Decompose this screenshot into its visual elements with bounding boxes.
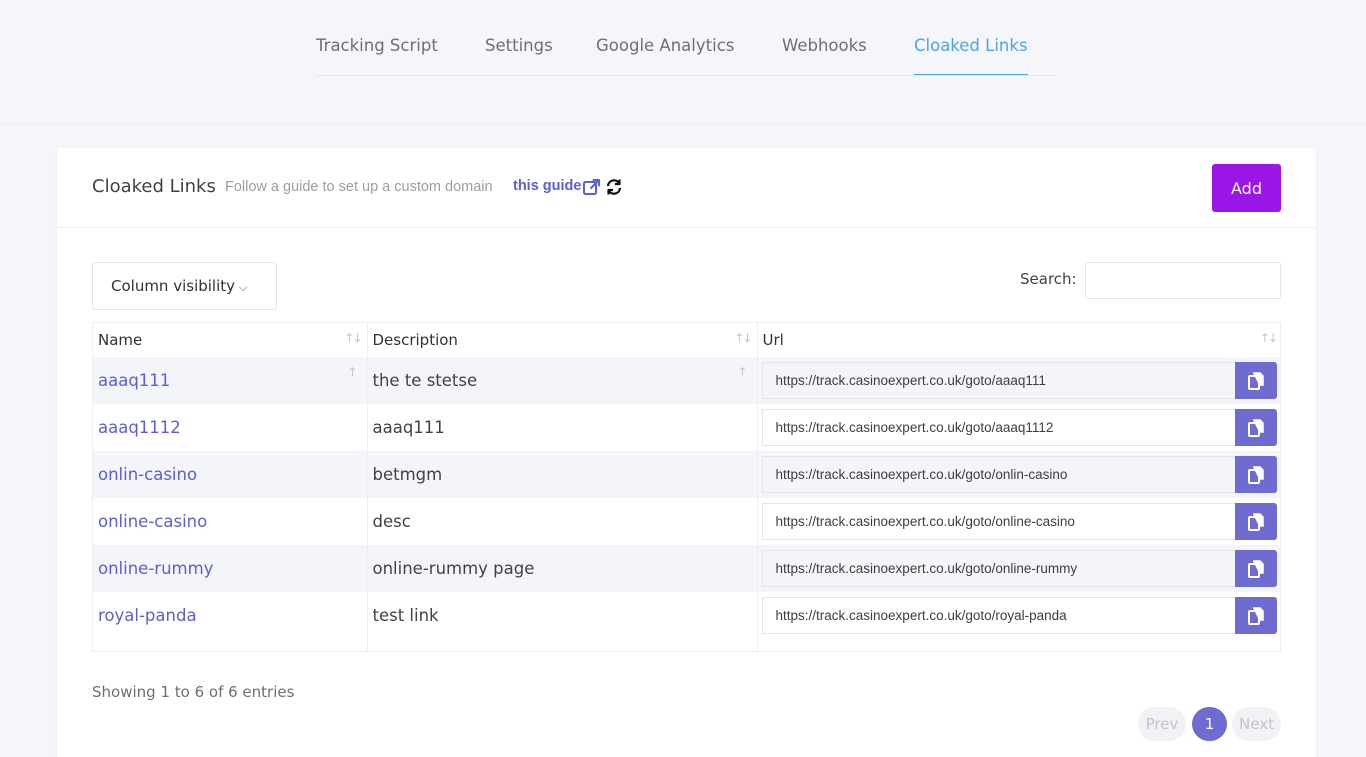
url-field[interactable] <box>761 503 1235 540</box>
table-row: aaaq1112 aaaq111 <box>93 404 1280 451</box>
link-name[interactable]: aaaq111 <box>98 371 170 390</box>
refresh-icon[interactable] <box>604 177 624 197</box>
table-footer-row <box>93 639 1280 651</box>
url-field-group <box>761 456 1277 493</box>
search-label: Search: <box>1020 270 1077 288</box>
pagination-page-1[interactable]: 1 <box>1192 707 1227 741</box>
tab-webhooks[interactable]: Webhooks <box>782 34 867 58</box>
card-title: Cloaked Links <box>92 176 216 197</box>
url-field-group <box>761 503 1277 540</box>
copy-icon <box>1247 512 1264 531</box>
url-field-group <box>761 409 1277 446</box>
link-description: aaaq111 <box>372 418 445 437</box>
copy-url-button[interactable] <box>1234 456 1277 493</box>
column-header-label: Description <box>372 331 458 349</box>
copy-icon <box>1247 418 1264 437</box>
settings-tabs: Tracking Script Settings Google Analytic… <box>316 0 1056 76</box>
sort-icon: ↑↓ <box>1259 331 1278 345</box>
sort-indicator-icon: ↑ <box>737 365 748 379</box>
column-header-label: Name <box>98 331 143 349</box>
url-field[interactable] <box>761 550 1235 587</box>
copy-url-button[interactable] <box>1234 597 1277 634</box>
link-name[interactable]: online-casino <box>98 512 207 531</box>
link-description: betmgm <box>372 465 443 484</box>
url-field[interactable] <box>761 409 1235 446</box>
column-header-label: Url <box>762 331 784 349</box>
copy-url-button[interactable] <box>1234 503 1277 540</box>
external-link-icon[interactable] <box>582 177 602 197</box>
copy-url-button[interactable] <box>1234 362 1277 399</box>
pagination-prev[interactable]: Prev <box>1138 707 1186 741</box>
chevron-down-icon: ⌵ <box>239 281 248 294</box>
table-row: royal-panda test link <box>93 592 1280 639</box>
pagination-next[interactable]: Next <box>1232 707 1281 741</box>
column-visibility-button[interactable]: Column visibility ⌵ <box>92 262 277 310</box>
table-row: online-casino desc <box>93 498 1280 545</box>
link-description: desc <box>372 512 411 531</box>
sort-icon: ↑↓ <box>734 331 752 345</box>
sort-icon: ↑↓ <box>344 331 362 345</box>
tab-tracking-script[interactable]: Tracking Script <box>316 34 438 58</box>
link-name[interactable]: aaaq1112 <box>98 418 181 437</box>
link-name[interactable]: online-rummy <box>98 559 213 578</box>
link-description: the te stetse <box>372 371 478 390</box>
copy-icon <box>1247 465 1264 484</box>
url-field[interactable] <box>761 456 1235 493</box>
url-field-group <box>761 550 1277 587</box>
column-header-description[interactable]: Description ↑↓ <box>367 323 758 357</box>
table-info: Showing 1 to 6 of 6 entries <box>92 683 295 701</box>
url-field[interactable] <box>761 597 1235 634</box>
guide-link[interactable]: this guide <box>513 178 581 194</box>
column-header-url[interactable]: Url ↑↓ <box>757 323 1280 357</box>
tab-cloaked-links[interactable]: Cloaked Links <box>914 34 1028 75</box>
sort-indicator-icon: ↑ <box>347 365 358 379</box>
card-hint: Follow a guide to set up a custom domain <box>225 179 493 195</box>
link-description: online-rummy page <box>372 559 535 578</box>
table-row: aaaq111 ↑ the te stetse ↑ <box>93 357 1280 404</box>
copy-icon <box>1247 371 1264 390</box>
copy-icon <box>1247 606 1264 625</box>
search-input[interactable] <box>1085 262 1281 299</box>
url-field[interactable] <box>761 362 1235 399</box>
url-field-group <box>761 362 1277 399</box>
card-header: Cloaked Links Follow a guide to set up a… <box>57 148 1316 228</box>
tab-google-analytics[interactable]: Google Analytics <box>596 34 734 58</box>
link-description: test link <box>372 606 439 625</box>
table-row: onlin-casino betmgm <box>93 451 1280 498</box>
links-table: Name ↑↓ Description ↑↓ Url ↑↓ aaaq111 ↑ the … <box>92 322 1281 652</box>
column-header-name[interactable]: Name ↑↓ <box>93 323 368 357</box>
column-visibility-label: Column visibility <box>111 277 236 295</box>
tab-settings[interactable]: Settings <box>485 34 553 58</box>
link-name[interactable]: royal-panda <box>98 606 197 625</box>
copy-url-button[interactable] <box>1234 550 1277 587</box>
url-field-group <box>761 597 1277 634</box>
section-divider <box>0 123 1366 124</box>
cloaked-links-card: Cloaked Links Follow a guide to set up a… <box>57 148 1316 757</box>
link-name[interactable]: onlin-casino <box>98 465 197 484</box>
copy-icon <box>1247 559 1264 578</box>
table-row: online-rummy online-rummy page <box>93 545 1280 592</box>
add-button[interactable]: Add <box>1212 164 1281 212</box>
copy-url-button[interactable] <box>1234 409 1277 446</box>
